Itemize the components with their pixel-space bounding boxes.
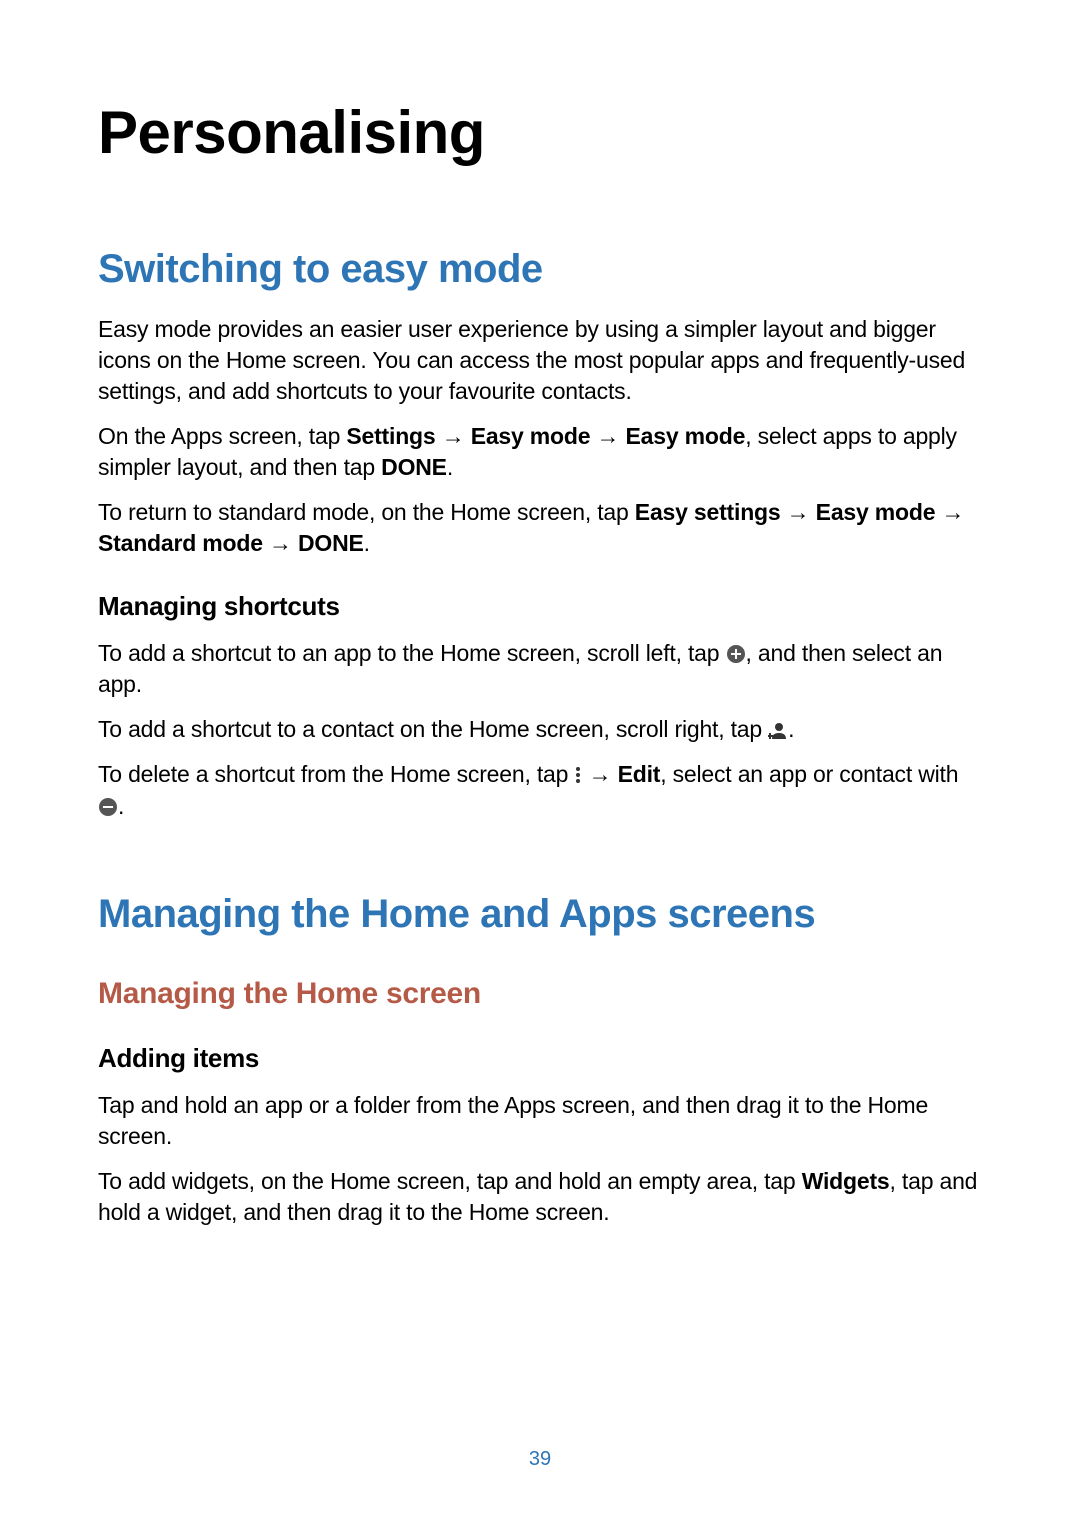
chapter-title: Personalising xyxy=(98,98,982,167)
add-contact-shortcut: To add a shortcut to a contact on the Ho… xyxy=(98,714,982,745)
bold-easy-mode: Easy mode xyxy=(471,423,591,449)
bold-settings: Settings xyxy=(346,423,435,449)
bold-easy-mode-2: Easy mode xyxy=(626,423,746,449)
bold-widgets: Widgets xyxy=(802,1168,890,1194)
text-fragment: To delete a shortcut from the Home scree… xyxy=(98,761,574,787)
adding-items-p1: Tap and hold an app or a folder from the… xyxy=(98,1090,982,1152)
bold-done: DONE xyxy=(381,454,447,480)
page-content: Personalising Switching to easy mode Eas… xyxy=(0,0,1080,1228)
adding-items-heading: Adding items xyxy=(98,1043,982,1074)
minus-circle-icon xyxy=(98,794,118,814)
managing-home-screen-heading: Managing the Home screen xyxy=(98,977,982,1011)
page-number: 39 xyxy=(0,1448,1080,1471)
adding-items-p2: To add widgets, on the Home screen, tap … xyxy=(98,1166,982,1228)
plus-circle-icon xyxy=(726,641,746,661)
text-fragment: On the Apps screen, tap xyxy=(98,423,346,449)
text-fragment: To add a shortcut to an app to the Home … xyxy=(98,640,726,666)
arrow: → xyxy=(436,423,471,449)
return-standard-steps: To return to standard mode, on the Home … xyxy=(98,497,982,559)
section-managing-home-apps: Managing the Home and Apps screens xyxy=(98,892,982,937)
add-app-shortcut: To add a shortcut to an app to the Home … xyxy=(98,638,982,700)
arrow: → xyxy=(590,423,625,449)
text-fragment: To return to standard mode, on the Home … xyxy=(98,499,635,525)
add-contact-icon xyxy=(768,717,788,737)
bold-easy-settings: Easy settings xyxy=(635,499,781,525)
text-fragment: . xyxy=(447,454,453,480)
managing-shortcuts-heading: Managing shortcuts xyxy=(98,591,982,622)
arrow: → xyxy=(780,499,815,525)
text-fragment: . xyxy=(788,716,794,742)
bold-easy-mode: Easy mode xyxy=(816,499,936,525)
arrow: → xyxy=(582,761,617,787)
bold-edit: Edit xyxy=(618,761,661,787)
arrow: → xyxy=(935,499,964,525)
arrow: → xyxy=(263,530,298,556)
bold-standard-mode: Standard mode xyxy=(98,530,263,556)
text-fragment: , select an app or contact with xyxy=(660,761,958,787)
text-fragment: . xyxy=(118,793,124,819)
bold-done: DONE xyxy=(298,530,364,556)
easy-mode-steps: On the Apps screen, tap Settings → Easy … xyxy=(98,421,982,483)
section-switching-easy-mode: Switching to easy mode xyxy=(98,247,982,292)
text-fragment: To add widgets, on the Home screen, tap … xyxy=(98,1168,802,1194)
text-fragment: . xyxy=(364,530,370,556)
text-fragment: To add a shortcut to a contact on the Ho… xyxy=(98,716,768,742)
delete-shortcut: To delete a shortcut from the Home scree… xyxy=(98,759,982,821)
easy-mode-intro: Easy mode provides an easier user experi… xyxy=(98,314,982,407)
